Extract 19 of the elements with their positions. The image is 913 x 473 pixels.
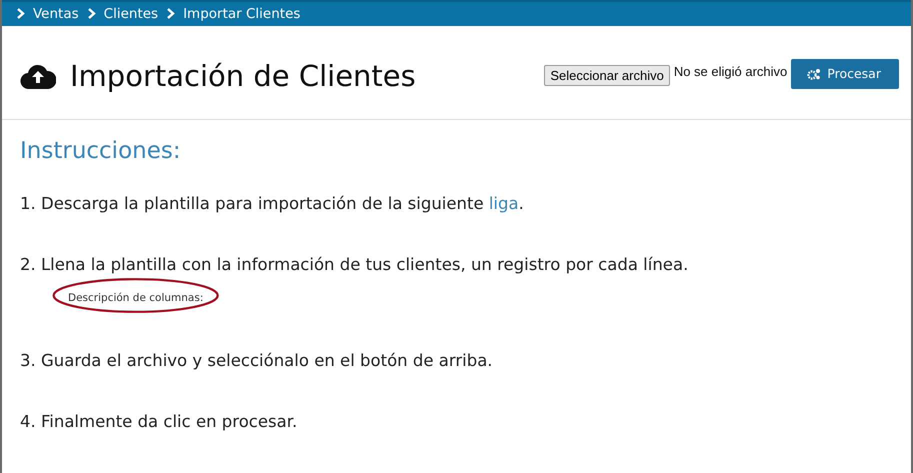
cloud-upload-icon bbox=[20, 62, 56, 89]
choose-file-button[interactable]: Seleccionar archivo bbox=[544, 64, 670, 86]
instruction-step: 1. Descarga la plantilla para importación de la siguiente liga. bbox=[20, 194, 893, 213]
instructions-heading: Instrucciones: bbox=[20, 138, 182, 164]
page-title: Importación de Clientes bbox=[70, 58, 416, 93]
process-button[interactable]: Procesar bbox=[791, 58, 899, 89]
breadcrumb-link[interactable]: Importar Clientes bbox=[183, 6, 300, 22]
instruction-step: 3. Guarda el archivo y selecciónalo en el botón de arriba. bbox=[20, 351, 893, 370]
breadcrumb-link[interactable]: Ventas bbox=[33, 6, 79, 22]
column-description-label: Descripción de columnas: bbox=[68, 292, 204, 304]
breadcrumb-link[interactable]: Clientes bbox=[104, 6, 158, 22]
chevron-icon bbox=[16, 8, 25, 20]
template-link[interactable]: liga bbox=[488, 194, 519, 213]
file-status: No se eligió archivo bbox=[674, 64, 788, 79]
chevron-icon bbox=[86, 8, 96, 20]
instruction-step: 4. Finalmente da clic en procesar. bbox=[20, 412, 893, 431]
instruction-step: 2. Llena la plantilla con la información de tus clientes, un registro por cada línea. bbox=[20, 255, 893, 274]
chevron-icon bbox=[166, 8, 176, 20]
gears-icon bbox=[807, 68, 822, 80]
